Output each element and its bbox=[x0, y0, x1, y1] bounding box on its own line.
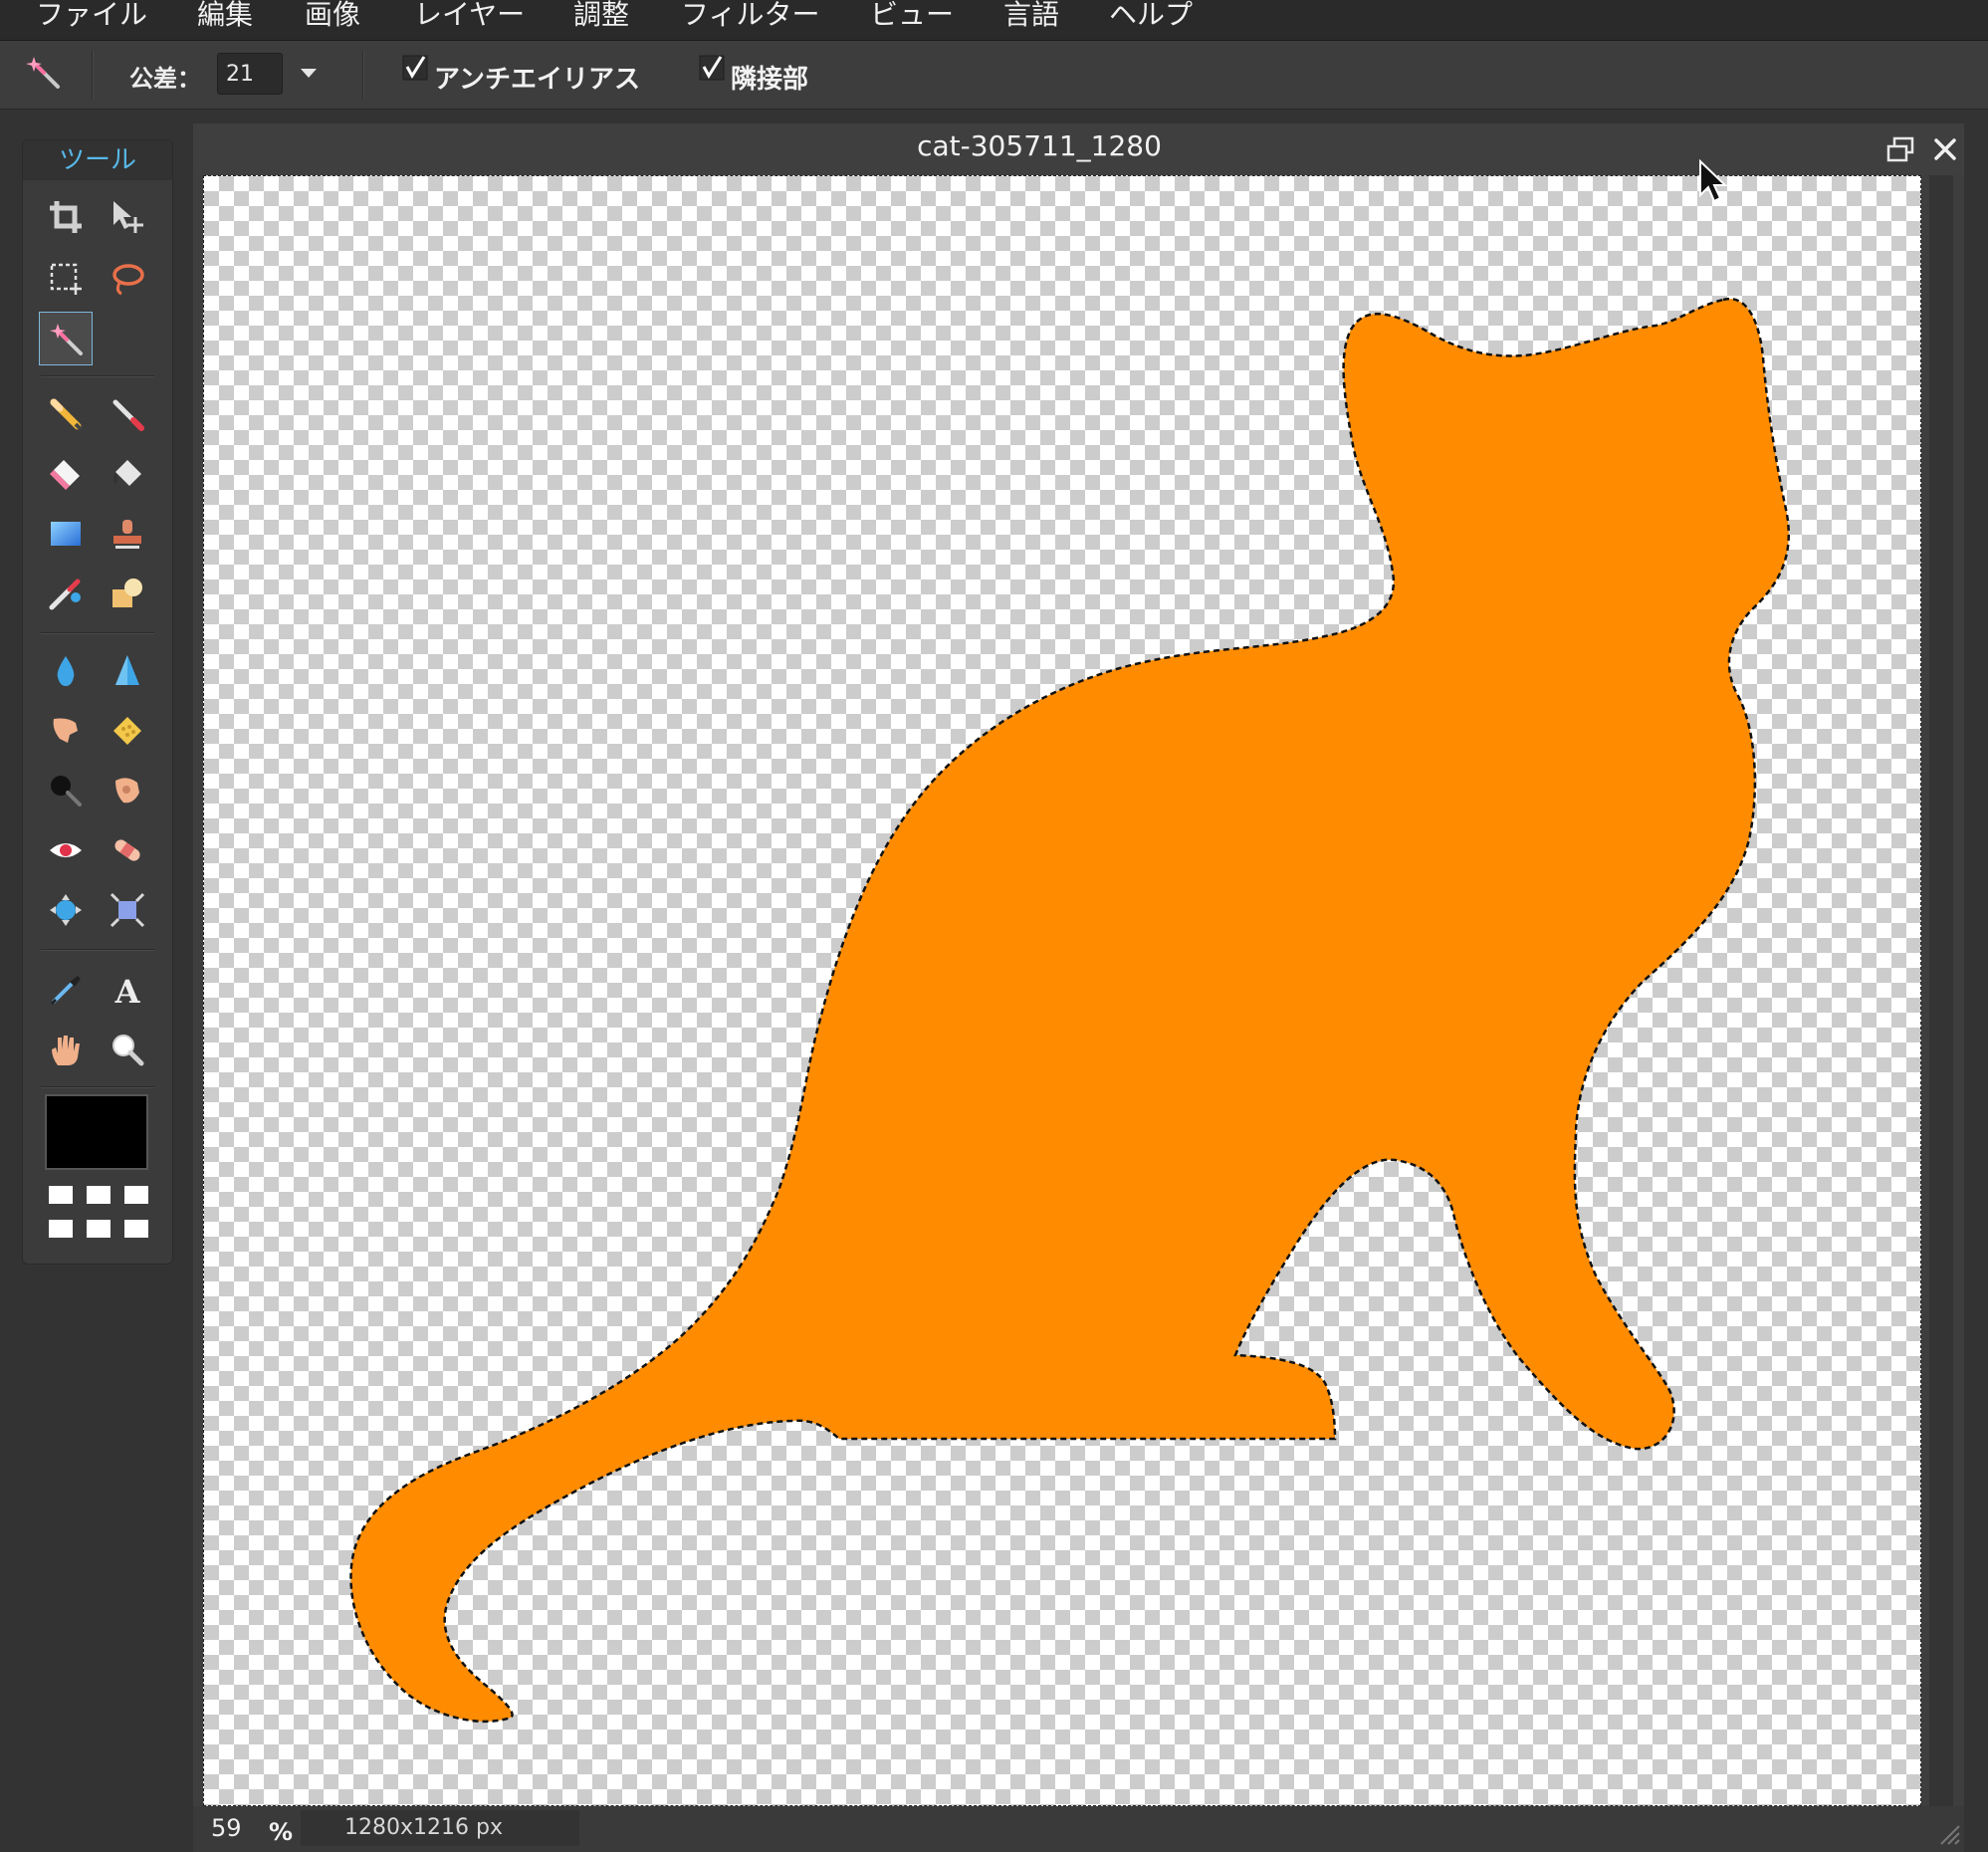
eye-icon bbox=[50, 843, 82, 857]
color-replace-icon bbox=[49, 579, 81, 610]
close-icon[interactable] bbox=[1931, 135, 1959, 163]
pencil-icon bbox=[50, 398, 83, 431]
clone-stamp-icon bbox=[113, 520, 141, 549]
zoom-tool[interactable] bbox=[101, 1023, 154, 1076]
tools-panel: ツール A bbox=[22, 139, 173, 1265]
magic-wand-tool[interactable] bbox=[39, 312, 93, 365]
spot-heal-tool[interactable] bbox=[101, 823, 154, 877]
options-divider bbox=[362, 51, 364, 99]
resize-grip-icon[interactable] bbox=[1939, 1824, 1961, 1846]
crop-tool[interactable] bbox=[39, 190, 93, 244]
menu-image[interactable]: 画像 bbox=[305, 0, 360, 34]
shape-tool[interactable] bbox=[101, 567, 154, 620]
dodge-tool[interactable] bbox=[101, 764, 154, 817]
pinch-icon bbox=[110, 892, 145, 928]
magic-wand-icon bbox=[26, 57, 60, 89]
marquee-tool[interactable] bbox=[39, 252, 93, 306]
sponge-icon bbox=[113, 717, 141, 745]
finger-icon bbox=[53, 718, 78, 743]
chevron-down-icon[interactable] bbox=[297, 61, 321, 85]
menu-file[interactable]: ファイル bbox=[36, 0, 147, 34]
menu-layer[interactable]: レイヤー bbox=[414, 0, 525, 34]
bandage-icon bbox=[114, 839, 140, 861]
eraser-icon bbox=[50, 460, 80, 490]
shape-icon bbox=[112, 579, 142, 607]
pinch-tool[interactable] bbox=[101, 883, 154, 937]
options-divider bbox=[92, 51, 94, 99]
color-replace-tool[interactable] bbox=[39, 567, 93, 620]
lasso-tool[interactable] bbox=[101, 252, 154, 306]
text-icon: A bbox=[114, 973, 141, 1008]
hand-tool[interactable] bbox=[39, 1023, 93, 1076]
menu-bar: ファイル 編集 画像 レイヤー 調整 フィルター ビュー 言語 ヘルプ bbox=[0, 0, 1988, 41]
options-bar: 公差： 21 アンチエイリアス 隣接部 bbox=[0, 41, 1988, 110]
blur-tool[interactable] bbox=[39, 644, 93, 698]
smudge-tool[interactable] bbox=[39, 704, 93, 758]
menu-view[interactable]: ビュー bbox=[870, 0, 954, 34]
burn-tool[interactable] bbox=[39, 764, 93, 817]
sponge-tool[interactable] bbox=[101, 704, 154, 758]
bloat-tool[interactable] bbox=[39, 883, 93, 937]
zoom-unit: % bbox=[269, 1818, 294, 1846]
cone-icon bbox=[115, 655, 139, 685]
clone-stamp-tool[interactable] bbox=[101, 507, 154, 561]
red-eye-tool[interactable] bbox=[39, 823, 93, 877]
brush-tool[interactable] bbox=[101, 387, 154, 441]
tools-divider bbox=[41, 949, 154, 951]
eyedropper-icon bbox=[50, 976, 81, 1006]
type-tool[interactable]: A bbox=[101, 963, 154, 1017]
tools-divider bbox=[41, 1086, 154, 1088]
menu-filter[interactable]: フィルター bbox=[681, 0, 819, 34]
tools-divider bbox=[41, 632, 154, 634]
paint-bucket-icon bbox=[113, 460, 141, 486]
contiguous-checkbox[interactable]: 隣接部 bbox=[699, 55, 838, 95]
marquee-icon bbox=[50, 263, 82, 295]
antialias-checkbox[interactable]: アンチエイリアス bbox=[402, 55, 681, 95]
water-drop-icon bbox=[57, 656, 75, 686]
bloat-icon bbox=[50, 894, 82, 926]
tools-divider bbox=[41, 375, 154, 377]
gradient-tool[interactable] bbox=[39, 507, 93, 561]
paint-bucket-tool[interactable] bbox=[101, 447, 154, 501]
tolerance-input[interactable]: 21 bbox=[217, 53, 283, 95]
document-statusbar: 59 % 1280x1216 px bbox=[193, 1806, 1964, 1852]
zoom-level[interactable]: 59 bbox=[211, 1814, 242, 1842]
restore-window-icon[interactable] bbox=[1885, 135, 1915, 165]
cat-silhouette bbox=[349, 297, 1790, 1724]
eraser-tool[interactable] bbox=[39, 447, 93, 501]
color-picker-tool[interactable] bbox=[39, 963, 93, 1017]
svg-text:A: A bbox=[114, 973, 141, 1008]
foreground-color-swatch[interactable] bbox=[45, 1094, 148, 1170]
lasso-icon bbox=[112, 264, 144, 296]
gradient-icon bbox=[51, 522, 81, 546]
magic-wand-icon bbox=[50, 324, 83, 355]
image-dimensions: 1280x1216 px bbox=[301, 1810, 579, 1846]
move-tool[interactable] bbox=[101, 190, 154, 244]
vertical-scrollbar[interactable] bbox=[1929, 175, 1953, 1806]
menu-help[interactable]: ヘルプ bbox=[1109, 0, 1193, 34]
crop-icon bbox=[50, 201, 82, 233]
antialias-label: アンチエイリアス bbox=[434, 65, 640, 95]
move-icon bbox=[113, 201, 143, 233]
menu-language[interactable]: 言語 bbox=[1003, 0, 1059, 34]
mouse-pointer-icon bbox=[1699, 159, 1728, 203]
tools-panel-title: ツール bbox=[23, 140, 172, 180]
contiguous-label: 隣接部 bbox=[731, 65, 809, 95]
grid-icon[interactable] bbox=[45, 1182, 152, 1244]
pencil-tool[interactable] bbox=[39, 387, 93, 441]
dodge-icon bbox=[115, 778, 139, 804]
checkmark-icon[interactable] bbox=[699, 55, 725, 81]
checkmark-icon[interactable] bbox=[402, 55, 428, 81]
brush-icon bbox=[112, 399, 144, 431]
hand-icon bbox=[52, 1036, 80, 1065]
menu-adjust[interactable]: 調整 bbox=[573, 0, 629, 34]
sharpen-tool[interactable] bbox=[101, 644, 154, 698]
document-window: cat-305711_1280 59 % 1280x1216 px bbox=[193, 123, 1964, 1852]
image-canvas[interactable] bbox=[203, 175, 1921, 1806]
zoom-icon bbox=[112, 1035, 144, 1066]
burn-icon bbox=[51, 776, 82, 807]
menu-edit[interactable]: 編集 bbox=[197, 0, 253, 34]
tolerance-label: 公差： bbox=[129, 65, 201, 93]
document-title: cat-305711_1280 bbox=[917, 129, 1162, 162]
